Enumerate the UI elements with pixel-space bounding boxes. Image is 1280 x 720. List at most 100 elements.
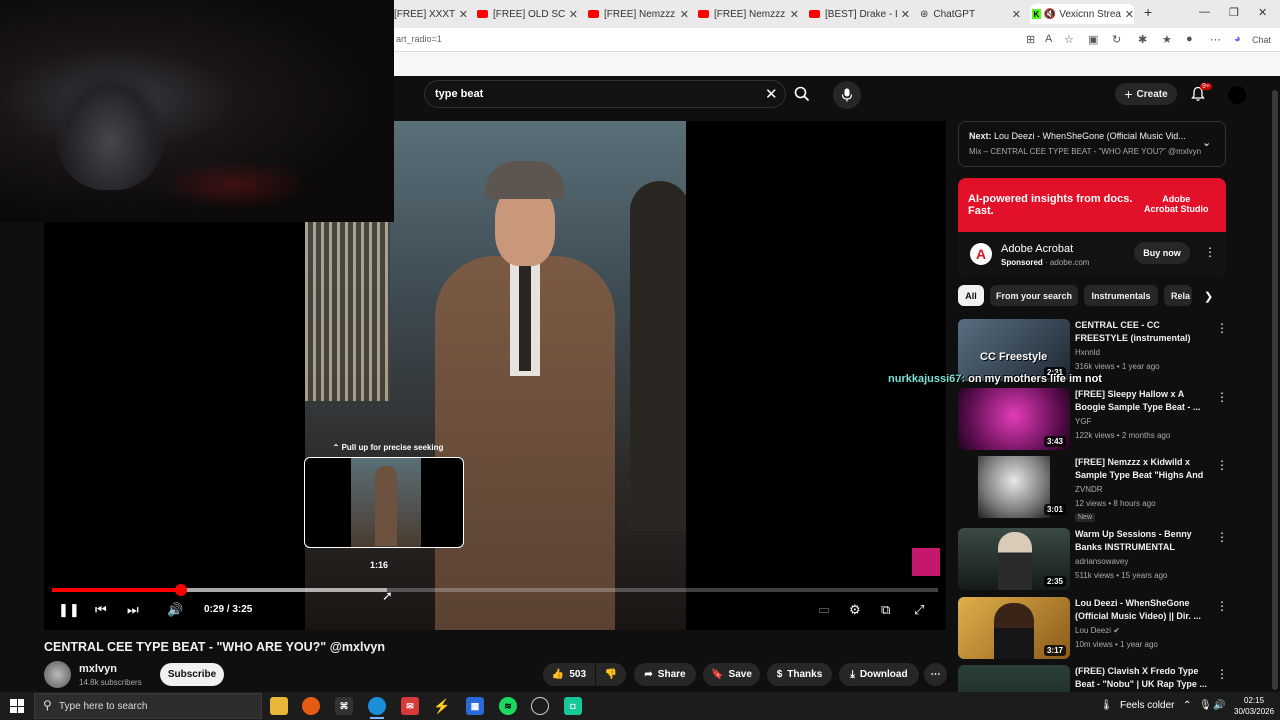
file-explorer-icon[interactable] — [270, 697, 288, 715]
close-window-icon[interactable]: ✕ — [1258, 6, 1267, 19]
new-tab-button[interactable]: + — [1144, 4, 1152, 20]
page-scrollbar[interactable] — [1270, 76, 1280, 690]
windows-start-icon[interactable] — [10, 699, 24, 713]
copilot-label[interactable]: Chat — [1252, 35, 1271, 45]
restore-icon[interactable]: ❐ — [1229, 6, 1239, 19]
video-thumbnail[interactable] — [958, 665, 1070, 692]
browser-tab[interactable]: [FREE] Nemzzz x Kno✕ — [588, 4, 689, 24]
up-next-card[interactable]: Next: Lou Deezi - WhenSheGone (Official … — [958, 121, 1226, 167]
video-thumbnail[interactable]: 3:17 — [958, 597, 1070, 659]
tray-chevron-icon[interactable]: ⌃ — [1183, 700, 1191, 711]
buy-now-button[interactable]: Buy now — [1134, 242, 1190, 264]
account-avatar[interactable] — [1228, 86, 1246, 104]
recommendation-item[interactable]: 3:43 [FREE] Sleepy Hallow x A Boogie Sam… — [958, 388, 1228, 452]
channel-name[interactable]: mxlvyn — [79, 663, 117, 675]
like-button[interactable]: 👍 503 — [543, 663, 595, 686]
video-thumbnail[interactable]: 3:01 — [958, 456, 1070, 518]
browser-tab[interactable]: [BEST] Drake - Lemon✕ — [809, 4, 910, 24]
ad-body[interactable]: A Adobe Acrobat Sponsored · adobe.com Bu… — [958, 232, 1226, 278]
ad-more-icon[interactable]: ⋮ — [1204, 245, 1216, 259]
chevron-right-icon[interactable]: ❯ — [1204, 290, 1213, 303]
system-clock[interactable]: 02:15 30/03/2026 — [1234, 695, 1274, 717]
next-button[interactable]: ⏭ — [127, 602, 139, 618]
video-thumbnail[interactable]: 2:35 — [958, 528, 1070, 590]
favorites-icon[interactable]: ★ — [1162, 33, 1172, 46]
browser-tab[interactable]: [FREE] Nemzzz x Chi✕ — [698, 4, 799, 24]
close-tab-icon[interactable]: ✕ — [901, 8, 910, 21]
taskbar-search[interactable]: ⚲ Type here to search — [34, 693, 262, 719]
close-tab-icon[interactable]: ✕ — [790, 8, 799, 21]
miniplayer-button[interactable]: ⧉ — [881, 602, 890, 618]
microphone-icon[interactable]: 🎙 — [1199, 700, 1212, 711]
recommendation-item[interactable]: 3:01 [FREE] Nemzzz x Kidwild x Sample Ty… — [958, 456, 1228, 522]
browser-tab[interactable]: ⊛ ChatGPT ✕ — [920, 4, 1021, 24]
close-tab-icon[interactable]: ✕ — [569, 8, 578, 21]
previous-button[interactable]: ⏮ — [95, 602, 107, 618]
more-icon[interactable]: ⋮ — [1216, 390, 1228, 404]
close-tab-icon[interactable]: ✕ — [459, 8, 468, 21]
browser-tab[interactable]: [FREE] XXXTENTACION✕ — [394, 4, 468, 24]
subscribe-button[interactable]: Subscribe — [160, 663, 224, 686]
extension-icon[interactable]: ▣ — [1088, 33, 1098, 46]
channel-avatar[interactable] — [44, 661, 71, 688]
weather-text[interactable]: Feels colder — [1120, 700, 1174, 711]
url-text[interactable]: art_radio=1 — [396, 34, 442, 44]
video-thumbnail[interactable]: CC Freestyle 2:31 — [958, 319, 1070, 381]
app-available-icon[interactable]: ⊞ — [1026, 33, 1035, 46]
share-button[interactable]: ➦ Share — [634, 663, 696, 686]
search-input[interactable]: type beat — [435, 88, 483, 100]
close-tab-icon[interactable]: ✕ — [1125, 8, 1134, 21]
search-box[interactable]: type beat ✕ — [424, 80, 786, 108]
scrollbar-thumb[interactable] — [1272, 90, 1278, 690]
favorite-star-icon[interactable]: ☆ — [1064, 33, 1074, 46]
copilot-icon[interactable]: ◕ — [1234, 33, 1241, 45]
pause-button[interactable]: ❚❚ — [58, 602, 80, 618]
lightning-app-icon[interactable]: ⚡ — [433, 697, 451, 715]
speaker-icon[interactable]: 🔊 — [1213, 700, 1225, 711]
extensions-icon[interactable]: ✱ — [1138, 33, 1147, 46]
minimize-icon[interactable]: — — [1199, 6, 1210, 18]
settings-button[interactable]: ⚙ — [849, 602, 861, 618]
video-thumbnail[interactable]: 3:43 — [958, 388, 1070, 450]
volume-button[interactable]: 🔊 — [167, 602, 183, 618]
clear-search-icon[interactable]: ✕ — [765, 85, 778, 103]
fullscreen-button[interactable]: ⤢ — [914, 602, 924, 618]
chip-related[interactable]: Rela — [1164, 285, 1192, 306]
voice-search-button[interactable] — [833, 81, 861, 109]
progress-bar[interactable] — [52, 584, 938, 596]
create-button[interactable]: + Create — [1115, 83, 1177, 105]
store-icon[interactable]: ▦ — [466, 697, 484, 715]
recommendation-item[interactable]: 2:35 Warm Up Sessions - Benny Banks INST… — [958, 528, 1228, 592]
more-actions-button[interactable]: ⋯ — [924, 663, 947, 686]
browser-tab[interactable]: [FREE] OLD SCHOOL✕ — [477, 4, 578, 24]
mail-icon[interactable]: ✉ — [401, 697, 419, 715]
spotify-icon[interactable]: ≋ — [499, 697, 517, 715]
ad-banner[interactable]: AI-powered insights from docs. Fast. Ado… — [958, 178, 1226, 232]
more-options-icon[interactable]: ⋯ — [1210, 33, 1221, 46]
refresh-icon[interactable]: ↻ — [1112, 33, 1121, 46]
muted-speaker-icon[interactable]: 🔇 — [1044, 9, 1056, 20]
more-icon[interactable]: ⋮ — [1216, 667, 1226, 681]
chip-from-your-search[interactable]: From your search — [990, 285, 1078, 306]
read-aloud-icon[interactable]: A — [1045, 33, 1052, 45]
chip-instrumentals[interactable]: Instrumentals — [1084, 285, 1158, 306]
save-button[interactable]: 🔖 Save — [703, 663, 760, 686]
more-icon[interactable]: ⋮ — [1216, 599, 1228, 613]
dislike-button[interactable]: 👎 — [596, 663, 626, 686]
browser-tab-active[interactable]: K🔇Vexicnn Stream✕ — [1030, 4, 1134, 24]
chip-all[interactable]: All — [958, 285, 984, 306]
profile-icon[interactable]: ● — [1186, 33, 1193, 45]
edge-icon[interactable] — [368, 697, 386, 719]
android-app-icon[interactable]: ◘ — [564, 697, 582, 715]
more-icon[interactable]: ⋮ — [1216, 458, 1228, 472]
recommendation-item[interactable]: (FREE) Clavish X Fredo Type Beat - "Nobu… — [958, 665, 1226, 692]
terminal-icon[interactable]: ⌘ — [335, 697, 353, 715]
obs-icon[interactable] — [531, 697, 549, 715]
close-tab-icon[interactable]: ✕ — [1012, 8, 1021, 21]
weather-icon[interactable]: 🌡 — [1100, 700, 1113, 711]
recommendation-item[interactable]: 3:17 Lou Deezi - WhenSheGone (Official M… — [958, 597, 1228, 661]
download-button[interactable]: ⤓ Download — [839, 663, 919, 686]
more-icon[interactable]: ⋮ — [1216, 530, 1228, 544]
search-button[interactable] — [786, 80, 818, 108]
more-icon[interactable]: ⋮ — [1216, 321, 1228, 335]
